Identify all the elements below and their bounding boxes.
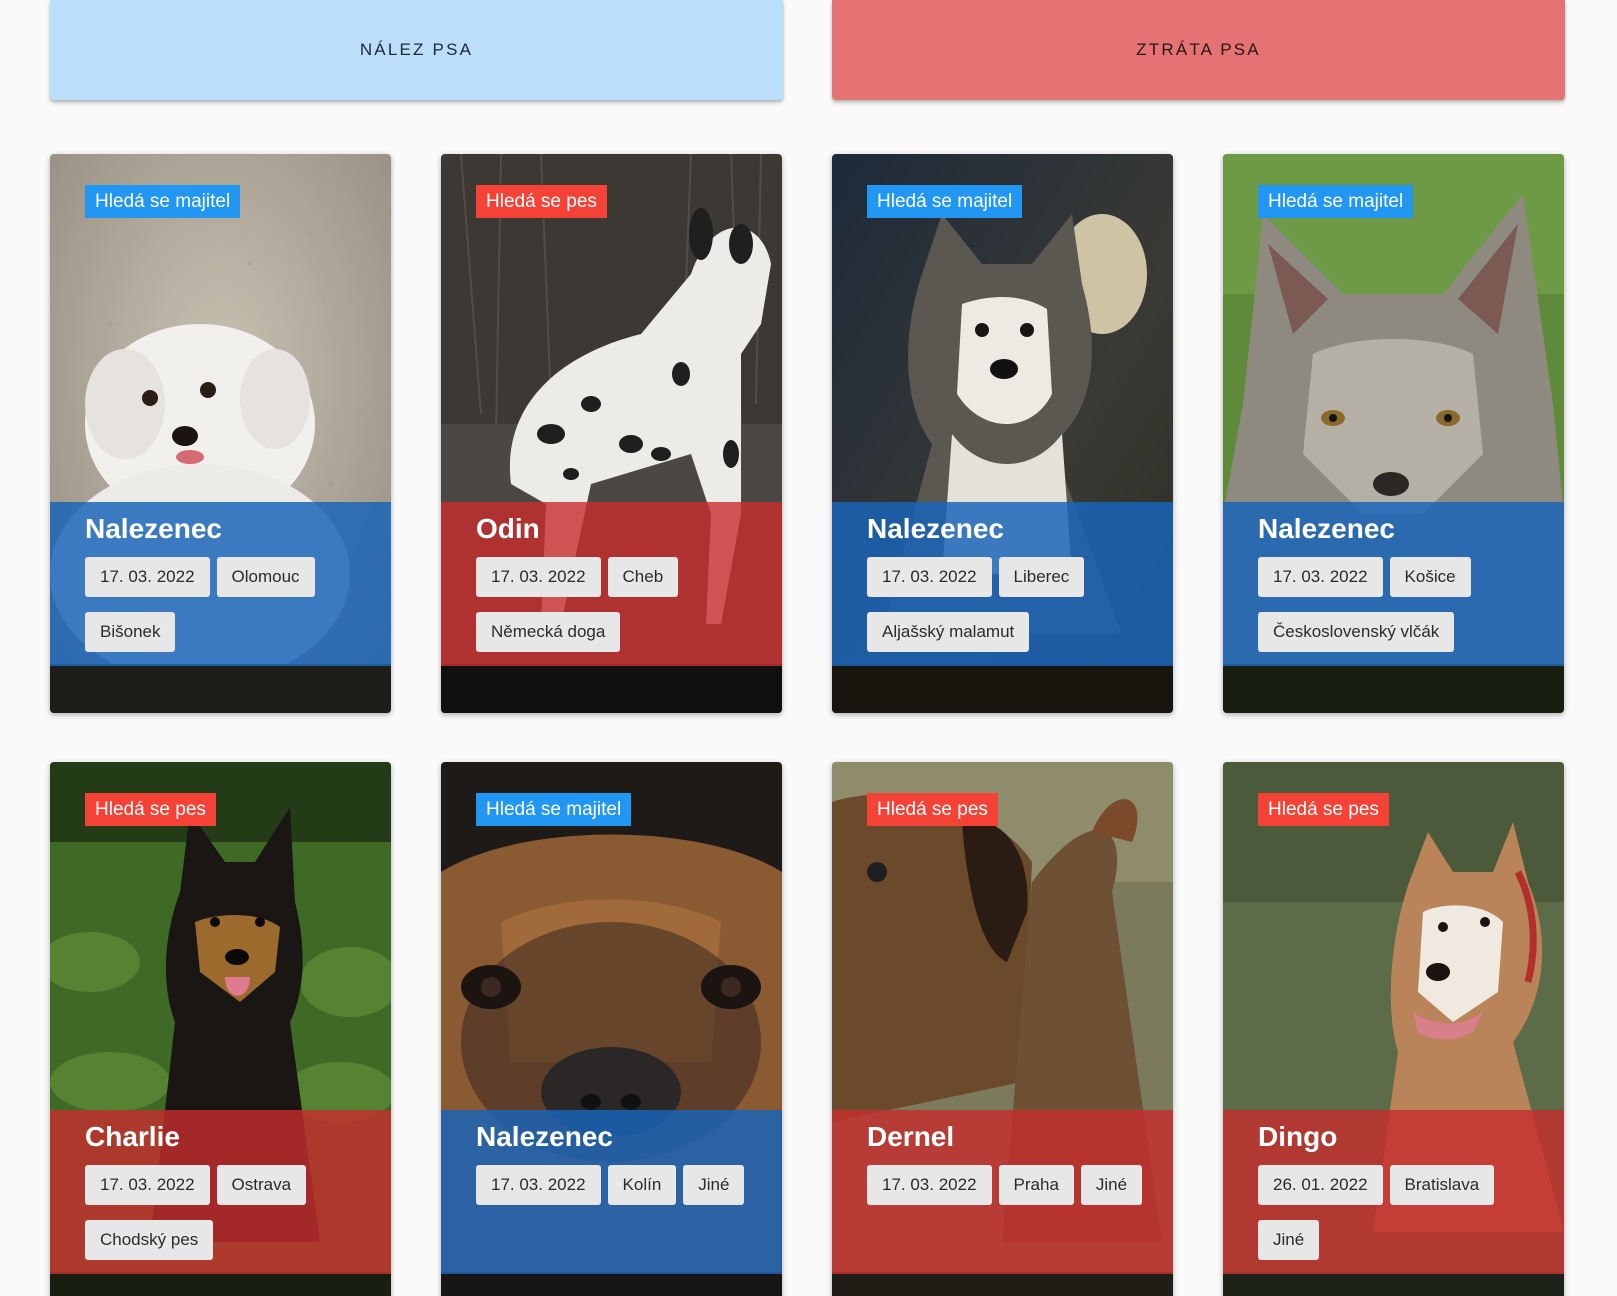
breed-chip: Jiné — [1258, 1220, 1320, 1260]
date-chip: 17. 03. 2022 — [1258, 557, 1383, 597]
card-bottom-strip — [441, 1274, 782, 1296]
city-chip: Košice — [1389, 557, 1471, 597]
status-badge: Hledá se majitel — [476, 793, 632, 826]
status-badge: Hledá se majitel — [85, 185, 241, 218]
breed-chip: Bišonek — [85, 612, 176, 652]
city-chip: Ostrava — [216, 1165, 307, 1205]
city-chip: Liberec — [998, 557, 1085, 597]
dog-card[interactable]: Hledá se pes Dingo 26. 01. 2022 Bratislav… — [1223, 762, 1564, 1296]
lost-dog-button[interactable]: ZTRÁTA PSA — [832, 0, 1565, 100]
date-chip: 17. 03. 2022 — [867, 1165, 992, 1205]
dog-name: Nalezenec — [476, 1121, 613, 1152]
chip-group: 17. 03. 2022 OstravaChodský pes — [85, 1165, 375, 1260]
chip-group: 17. 03. 2022 Liberec Aljašský malamut — [867, 557, 1157, 652]
dog-card[interactable]: Hledá se pes Odin 17. 03. 2022 Cheb Německ… — [441, 154, 782, 713]
status-badge: Hledá se majitel — [867, 185, 1023, 218]
card-info-panel: Nalezenec 17. 03. 2022 Kolín Jiné — [441, 1110, 782, 1274]
chip-group: 17. 03. 2022 Kolín Jiné — [476, 1165, 766, 1220]
card-info-panel: Dernel 17. 03. 2022 Praha Jiné — [832, 1110, 1173, 1274]
card-info-panel: Odin 17. 03. 2022 Cheb Německá doga — [441, 502, 782, 666]
date-chip: 17. 03. 2022 — [867, 557, 992, 597]
status-badge: Hledá se pes — [476, 185, 607, 218]
chip-group: 26. 01. 2022 Bratislava Jiné — [1258, 1165, 1548, 1260]
dog-name: Charlie — [85, 1121, 180, 1152]
date-chip: 26. 01. 2022 — [1258, 1165, 1383, 1205]
date-chip: 17. 03. 2022 — [85, 557, 210, 597]
dog-name: Dingo — [1258, 1121, 1338, 1152]
dog-card[interactable]: Hledá se majitel Nalezenec 17. 03. 2022 K… — [441, 762, 782, 1296]
card-info-panel: Dingo 26. 01. 2022 Bratislava Jiné — [1223, 1110, 1564, 1274]
dog-name: Dernel — [867, 1121, 955, 1152]
card-bottom-strip — [832, 666, 1173, 713]
dog-name: Odin — [476, 513, 540, 544]
found-dog-button[interactable]: NÁLEZ PSA — [50, 0, 783, 100]
status-badge: Hledá se pes — [85, 793, 216, 826]
status-badge: Hledá se pes — [867, 793, 998, 826]
card-info-panel: Nalezenec 17. 03. 2022 Liberec Aljašský ma… — [832, 502, 1173, 666]
card-bottom-strip — [832, 1274, 1173, 1296]
breed-chip: Jiné — [683, 1165, 745, 1205]
date-chip: 17. 03. 2022 — [85, 1165, 210, 1205]
city-chip: Cheb — [607, 557, 679, 597]
chip-group: 17. 03. 2022 Praha Jiné — [867, 1165, 1157, 1220]
card-bottom-strip — [50, 666, 391, 713]
card-info-panel: Charlie 17. 03. 2022 OstravaChodský pes — [50, 1110, 391, 1274]
card-bottom-strip — [1223, 1274, 1564, 1296]
dog-card[interactable]: Hledá se pes Charlie 17. 03. 2022 Ostrava… — [50, 762, 391, 1296]
city-chip: Praha — [998, 1165, 1074, 1205]
dog-card[interactable]: Hledá se majitel Nalezenec 17. 03. 2022 O… — [50, 154, 391, 713]
card-info-panel: Nalezenec 17. 03. 2022 Olomouc Bišonek — [50, 502, 391, 666]
dog-name: Nalezenec — [85, 513, 222, 544]
chip-group: 17. 03. 2022 Cheb Německá doga — [476, 557, 766, 652]
card-bottom-strip — [50, 1274, 391, 1296]
dog-name: Nalezenec — [1258, 513, 1395, 544]
chip-group: 17. 03. 2022 Olomouc Bišonek — [85, 557, 375, 652]
breed-chip: Jiné — [1080, 1165, 1143, 1205]
chip-group: 17. 03. 2022 Košice Československý vlčák — [1258, 557, 1548, 652]
breed-chip: Chodský pes — [85, 1220, 214, 1260]
breed-chip: Aljašský malamut — [867, 612, 1030, 652]
breed-chip: Československý vlčák — [1258, 612, 1455, 652]
city-chip: Olomouc — [216, 557, 315, 597]
city-chip: Kolín — [607, 1165, 677, 1205]
page: NÁLEZ PSA ZTRÁTA PSA Hledá se majitel Na… — [0, 0, 1617, 1296]
city-chip: Bratislava — [1389, 1165, 1495, 1205]
status-badge: Hledá se majitel — [1258, 185, 1414, 218]
dog-name: Nalezenec — [867, 513, 1004, 544]
date-chip: 17. 03. 2022 — [476, 557, 601, 597]
date-chip: 17. 03. 2022 — [476, 1165, 601, 1205]
dog-card[interactable]: Hledá se pes Dernel 17. 03. 2022 Praha Jin… — [832, 762, 1173, 1296]
dog-card[interactable]: Hledá se majitel Nalezenec 17. 03. 2022 L… — [832, 154, 1173, 713]
breed-chip: Německá doga — [476, 612, 621, 652]
status-badge: Hledá se pes — [1258, 793, 1389, 826]
dog-card[interactable]: Hledá se majitel Nalezenec 17. 03. 2022 K… — [1223, 154, 1564, 713]
card-bottom-strip — [441, 666, 782, 713]
card-bottom-strip — [1223, 666, 1564, 713]
card-info-panel: Nalezenec 17. 03. 2022 Košice Českoslovens… — [1223, 502, 1564, 666]
